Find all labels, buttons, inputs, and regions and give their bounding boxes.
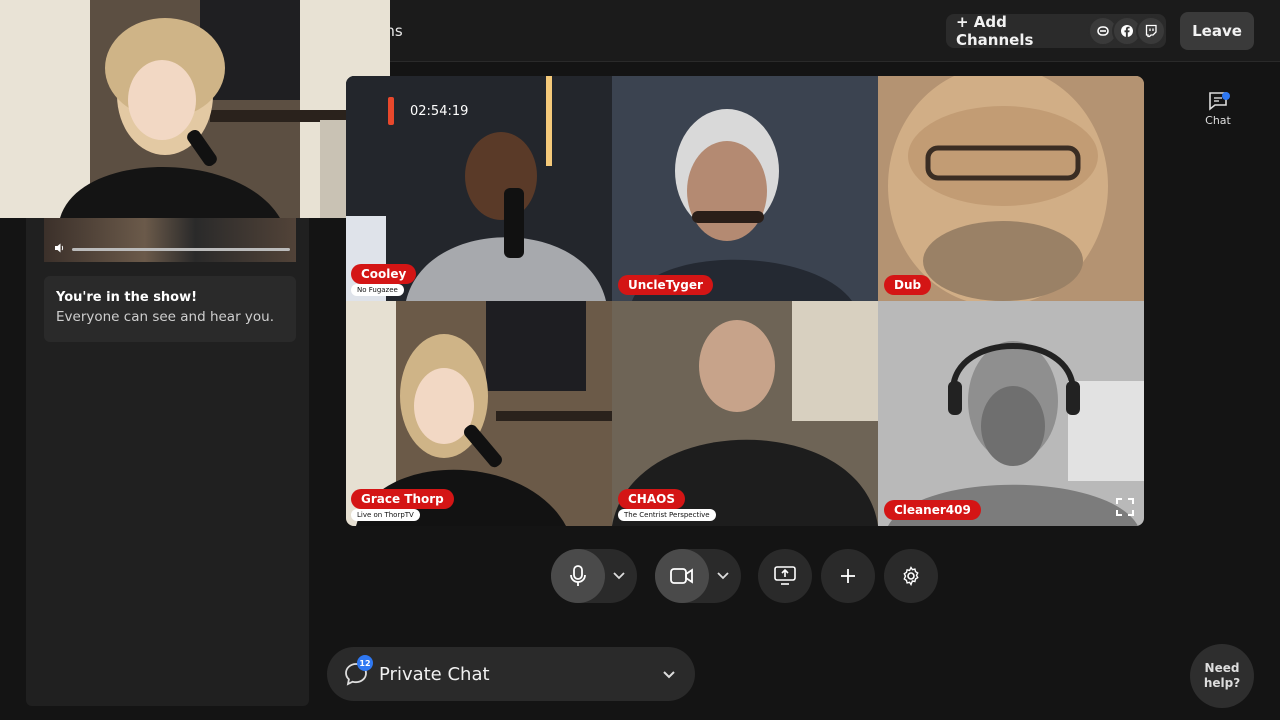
stream-timer: 02:54:19 — [388, 97, 476, 125]
audio-level-bar — [54, 242, 290, 257]
volume-icon — [54, 242, 72, 257]
participant-subtitle: Live on ThorpTV — [351, 509, 420, 521]
share-screen-icon — [774, 566, 796, 585]
camera-options-dropdown[interactable] — [709, 549, 737, 603]
self-preview — [44, 218, 296, 262]
participant-video — [878, 301, 1144, 526]
add-channels-label: + Add Channels — [956, 13, 1034, 49]
participant-grid: Cooley No Fugazee UncleTyger Dub Grace T… — [346, 76, 1144, 526]
microphone-icon — [570, 565, 586, 586]
chat-bubble-icon: 12 — [343, 655, 373, 687]
settings-button[interactable] — [884, 549, 938, 603]
chevron-down-icon — [717, 572, 729, 580]
broadcast-studio: ions + Add Channels Leave — [0, 0, 1280, 720]
show-status-card: You're in the show! Everyone can see and… — [44, 276, 296, 342]
participant-name: Cooley — [351, 264, 417, 284]
mic-options-dropdown[interactable] — [605, 549, 633, 603]
add-channels-button[interactable]: + Add Channels — [946, 13, 1166, 49]
recording-indicator — [388, 97, 394, 125]
status-title: You're in the show! — [56, 290, 198, 305]
participant-subtitle: The Centrist Perspective — [618, 509, 716, 521]
participant-tile[interactable]: Cleaner409 — [878, 301, 1144, 526]
chevron-down-icon — [613, 572, 625, 580]
private-chat-label: Private Chat — [379, 663, 490, 685]
add-button[interactable] — [821, 549, 875, 603]
participant-video — [878, 76, 1144, 301]
help-button[interactable]: Need help? — [1190, 644, 1254, 708]
audio-level-track — [72, 247, 290, 251]
control-bar — [551, 549, 941, 603]
microphone-button[interactable] — [551, 549, 605, 603]
participant-name: Cleaner409 — [884, 500, 981, 520]
help-label-line2: help? — [1203, 676, 1241, 690]
participant-subtitle: No Fugazee — [351, 284, 404, 296]
chat-unread-dot — [1222, 92, 1230, 100]
stream-elapsed-time: 02:54:19 — [410, 103, 469, 119]
share-screen-button[interactable] — [758, 549, 812, 603]
private-chat-badge: 12 — [357, 655, 373, 671]
chevron-down-icon — [659, 664, 679, 684]
participant-tile[interactable]: CHAOS The Centrist Perspective — [612, 301, 878, 526]
plus-icon — [841, 569, 855, 583]
participant-tile[interactable]: Grace Thorp Live on ThorpTV — [346, 301, 612, 526]
participant-name: UncleTyger — [618, 275, 713, 295]
participant-video — [612, 76, 878, 301]
fullscreen-icon[interactable] — [1116, 498, 1134, 516]
chat-tab[interactable]: Chat — [1196, 90, 1240, 134]
participant-tile[interactable]: UncleTyger — [612, 76, 878, 301]
participant-name: Grace Thorp — [351, 489, 454, 509]
participant-tile[interactable]: Dub — [878, 76, 1144, 301]
participant-tile[interactable]: Cooley No Fugazee — [346, 76, 612, 301]
camera-button[interactable] — [655, 549, 709, 603]
participant-name: CHAOS — [618, 489, 685, 509]
participant-name: Dub — [884, 275, 932, 295]
chat-tab-label: Chat — [1205, 114, 1231, 127]
private-chat-toggle[interactable]: 12 Private Chat — [327, 647, 695, 701]
status-subtitle: Everyone can see and hear you. — [56, 309, 275, 325]
self-camera-video — [0, 0, 390, 218]
self-camera-overlay — [0, 0, 390, 218]
leave-button[interactable]: Leave — [1180, 12, 1254, 50]
camera-icon — [670, 568, 693, 584]
help-label-line1: Need — [1204, 661, 1240, 675]
channel-icons — [1088, 16, 1166, 46]
self-preview-video — [44, 218, 296, 262]
gear-icon — [903, 566, 919, 586]
twitch-icon[interactable] — [1136, 16, 1166, 46]
